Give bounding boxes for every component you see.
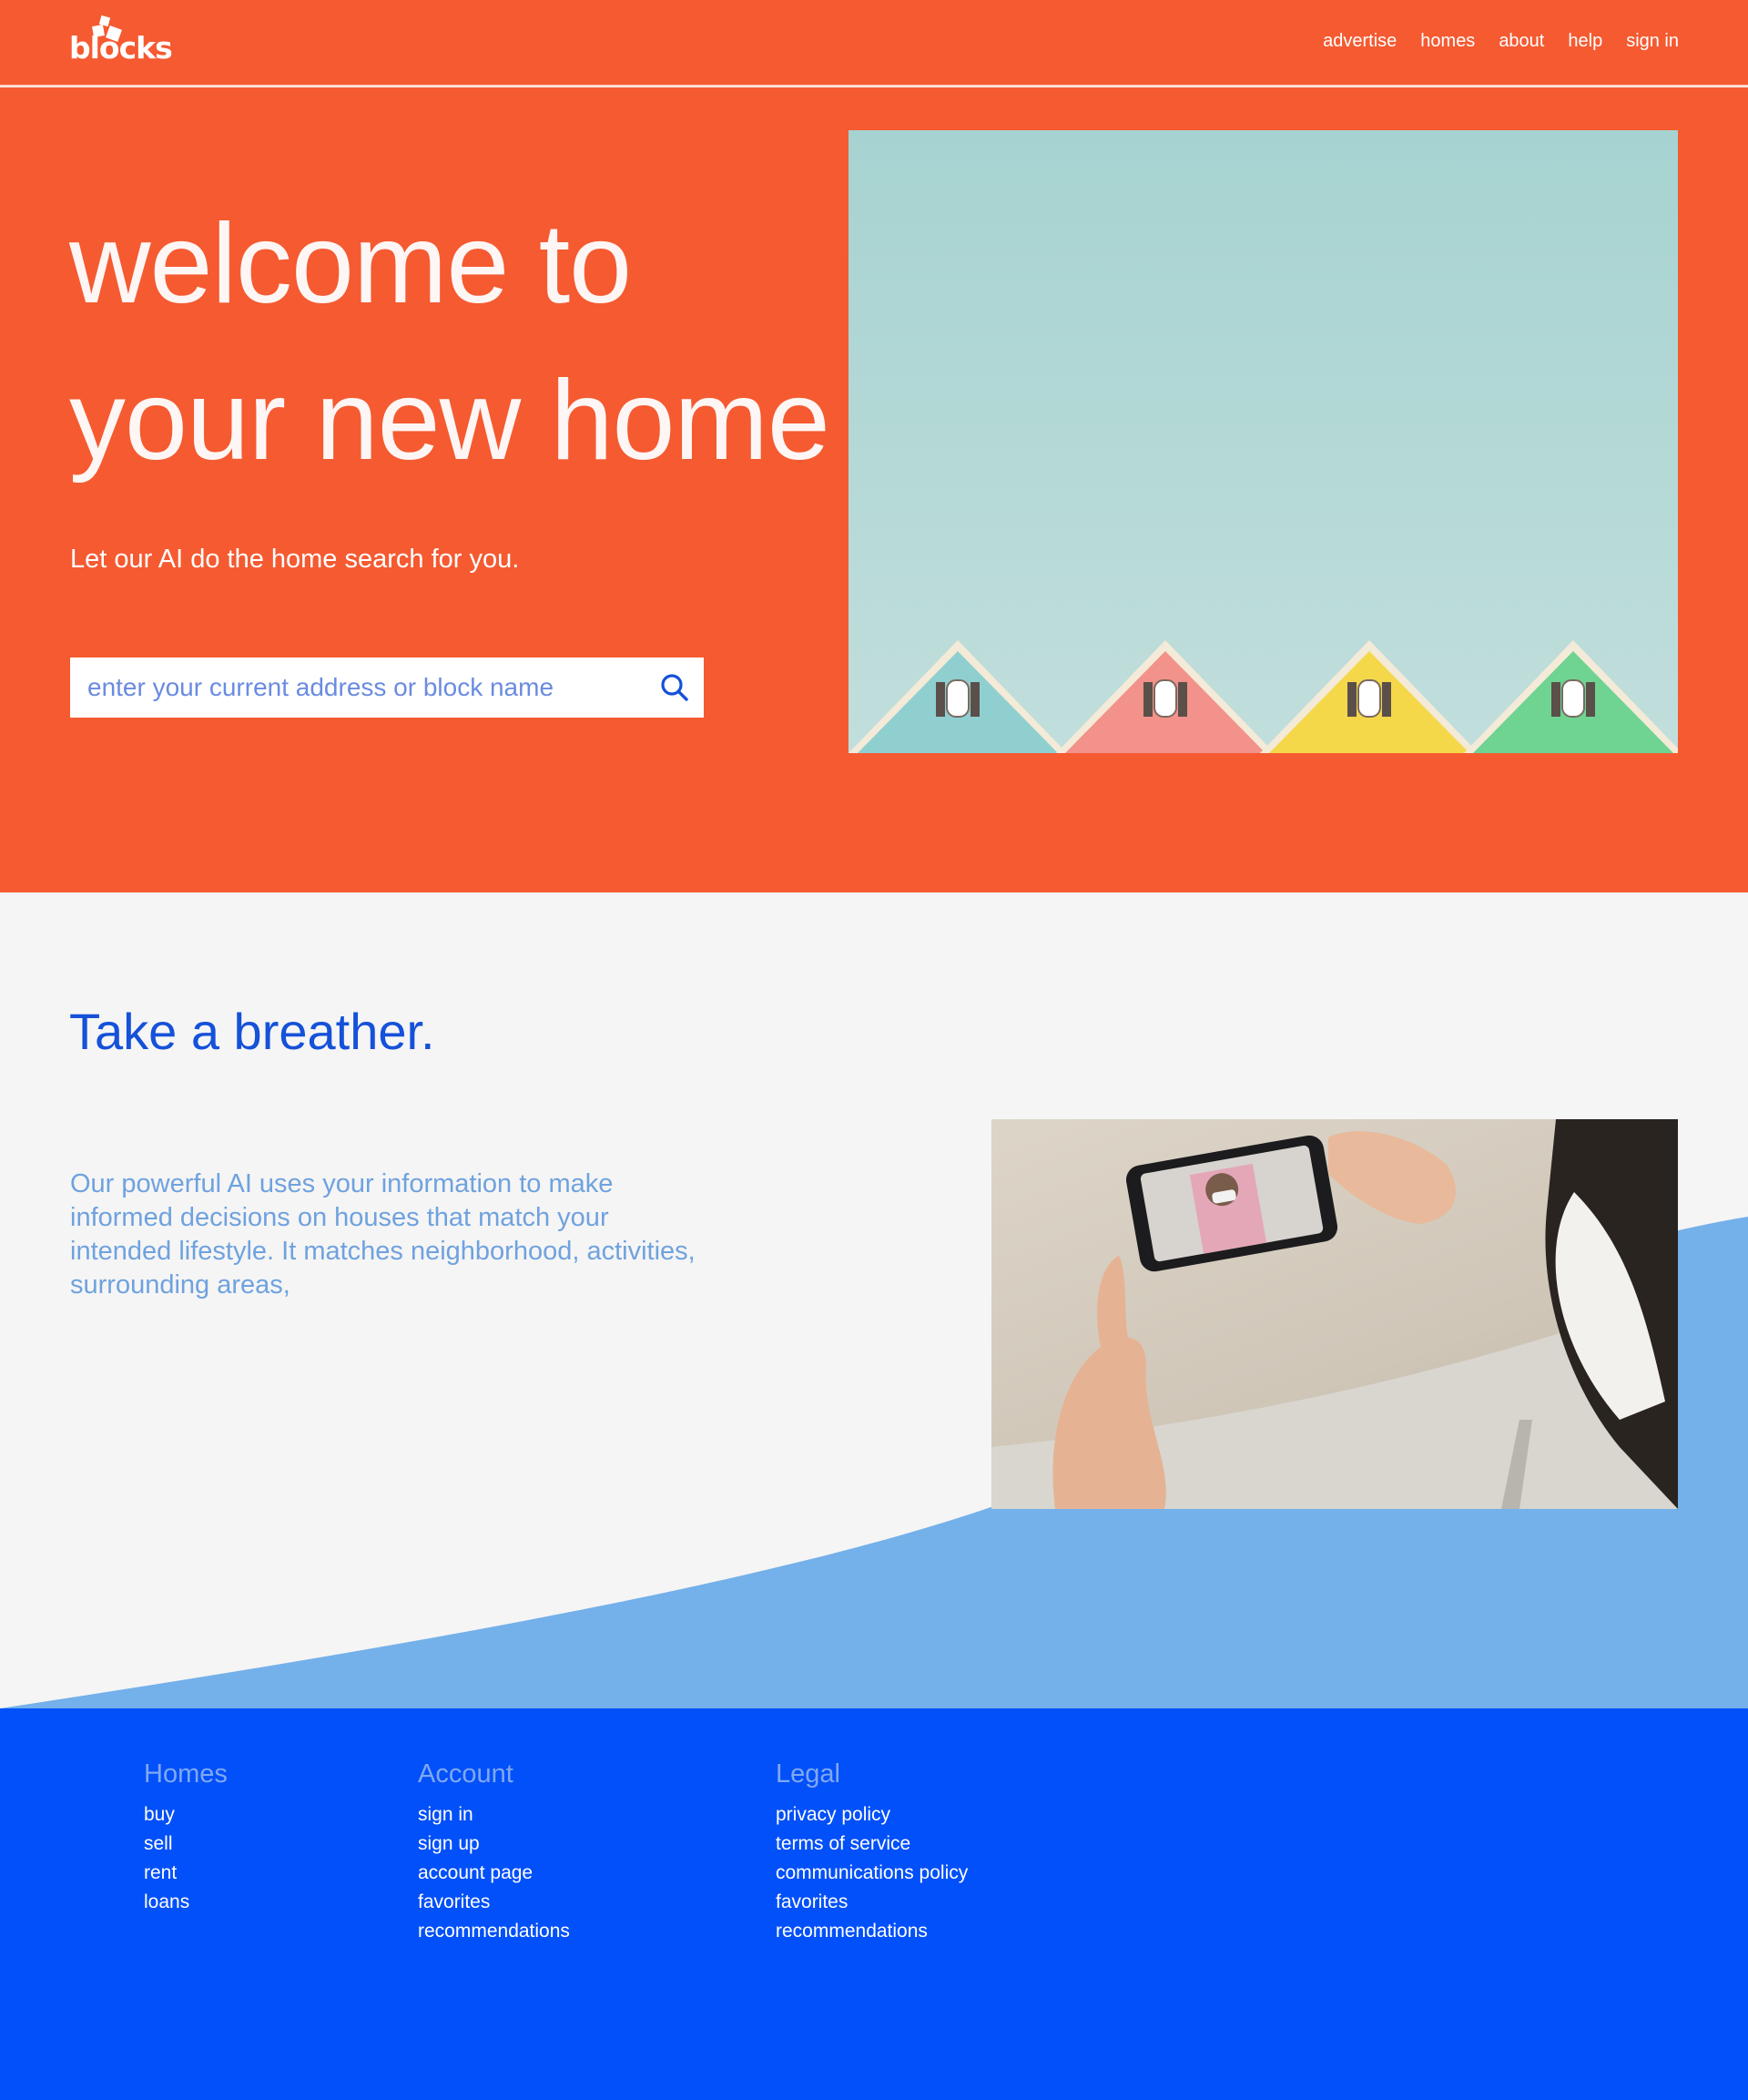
footer-link-rent[interactable]: rent	[144, 1859, 228, 1888]
colorful-roofs-illustration	[849, 640, 1678, 753]
footer-heading: Homes	[144, 1759, 228, 1789]
hero-title: welcome to your new home	[69, 186, 830, 499]
address-search-input[interactable]	[70, 658, 635, 718]
footer-link-favorites[interactable]: favorites	[776, 1888, 968, 1917]
nav-advertise[interactable]: advertise	[1323, 31, 1397, 52]
footer-link-privacy-policy[interactable]: privacy policy	[776, 1800, 968, 1830]
footer-heading: Account	[418, 1759, 513, 1789]
hero-subtitle: Let our AI do the home search for you.	[70, 545, 520, 574]
hero-title-line-2: your new home	[69, 358, 830, 484]
footer-link-sell[interactable]: sell	[144, 1830, 228, 1859]
footer-link-buy[interactable]: buy	[144, 1800, 228, 1830]
nav-sign-in[interactable]: sign in	[1626, 31, 1679, 52]
footer-column-legal: Legal privacy policy terms of service co…	[776, 1759, 968, 1946]
logo-text: blocks	[69, 30, 173, 66]
nav-about[interactable]: about	[1499, 31, 1544, 52]
hero-title-line-1: welcome to	[69, 201, 632, 327]
search-icon[interactable]	[658, 671, 691, 704]
section-body: Our powerful AI uses your information to…	[70, 1169, 696, 1300]
footer-link-recommendations[interactable]: recommendations	[776, 1917, 968, 1946]
footer-link-sign-up[interactable]: sign up	[418, 1830, 570, 1859]
footer-link-sign-in[interactable]: sign in	[418, 1800, 570, 1830]
main-nav: advertise homes about help sign in	[1323, 31, 1679, 52]
footer-column-homes: Homes buy sell rent loans	[144, 1759, 228, 1917]
footer-link-favorites[interactable]: favorites	[418, 1888, 570, 1917]
video-call-illustration	[991, 1119, 1678, 1509]
breather-section: Take a breather. Our powerful AI uses yo…	[0, 892, 1748, 1708]
blocks-logo[interactable]: blocks	[69, 13, 173, 67]
site-header: blocks advertise homes about help sign i…	[0, 0, 1748, 87]
footer-link-communications-policy[interactable]: communications policy	[776, 1859, 968, 1888]
footer-link-terms-of-service[interactable]: terms of service	[776, 1830, 968, 1859]
nav-homes[interactable]: homes	[1420, 31, 1475, 52]
footer-link-recommendations[interactable]: recommendations	[418, 1917, 570, 1946]
video-call-photo	[991, 1119, 1678, 1509]
footer-column-account: Account sign in sign up account page fav…	[418, 1759, 570, 1946]
footer-link-account-page[interactable]: account page	[418, 1859, 570, 1888]
hero-section: welcome to your new home Let our AI do t…	[0, 87, 1748, 892]
footer-link-loans[interactable]: loans	[144, 1888, 228, 1917]
section-title: Take a breather.	[69, 1003, 435, 1060]
site-footer: Homes buy sell rent loans Account sign i…	[0, 1708, 1748, 2100]
footer-heading: Legal	[776, 1759, 840, 1789]
address-search	[70, 658, 704, 718]
nav-help[interactable]: help	[1568, 31, 1602, 52]
hero-houses-image	[849, 130, 1678, 753]
